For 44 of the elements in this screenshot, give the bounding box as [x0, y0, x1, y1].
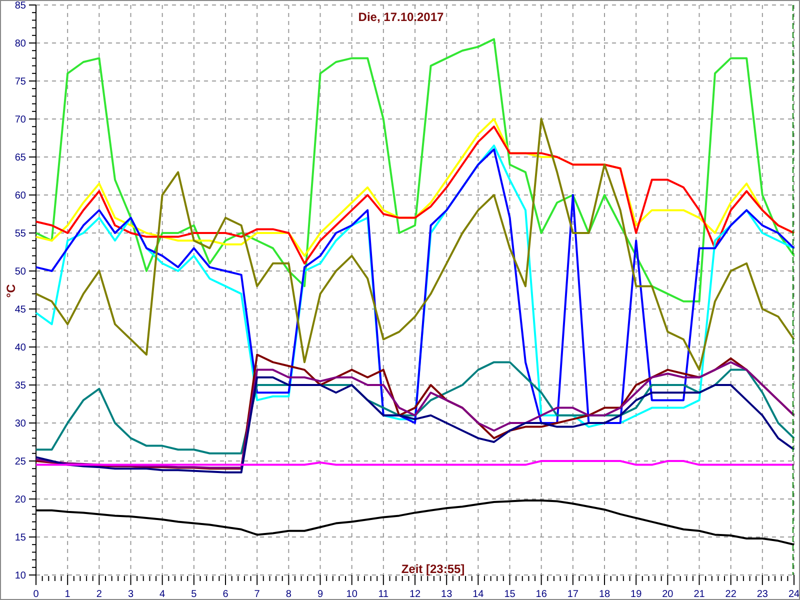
tick-label: 20: [14, 494, 26, 506]
tick-label: 15: [14, 532, 26, 544]
tick-label: 9: [317, 589, 324, 599]
tick-label: 4: [160, 589, 166, 599]
tick-label: 6: [222, 589, 228, 599]
tick-label: 5: [191, 589, 197, 599]
tick-label: 2: [96, 589, 102, 599]
tick-label: 23: [756, 589, 768, 599]
tick-label: 55: [14, 228, 26, 240]
tick-label: 1: [64, 589, 70, 599]
tick-label: 10: [346, 589, 358, 599]
tick-label: 70: [14, 114, 26, 126]
tick-label: 16: [536, 589, 547, 599]
tick-label: 35: [14, 380, 26, 392]
tick-label: 85: [14, 1, 26, 12]
tick-label: 45: [14, 304, 26, 316]
tick-label: 24: [788, 589, 799, 599]
tick-label: 19: [630, 589, 642, 599]
tick-label: 0: [33, 589, 39, 599]
y-axis-label: °C: [4, 284, 18, 298]
tick-label: 3: [128, 589, 134, 599]
tick-label: 8: [286, 589, 292, 599]
tick-label: 65: [14, 152, 26, 164]
x-axis-label: Zeit [23:55]: [401, 562, 465, 576]
tick-label: 75: [14, 76, 26, 88]
tick-label: 14: [472, 589, 484, 599]
tick-label: 11: [378, 589, 389, 599]
tick-label: 25: [14, 456, 26, 468]
chart-title: Die, 17.10.2017: [358, 10, 444, 24]
tick-label: 18: [598, 589, 610, 599]
tick-label: 7: [254, 589, 260, 599]
tick-label: 20: [662, 589, 674, 599]
tick-label: 21: [694, 589, 705, 599]
tick-label: 40: [14, 342, 26, 354]
tick-label: 50: [14, 266, 26, 278]
tick-label: 17: [567, 589, 578, 599]
tick-label: 10: [14, 570, 26, 582]
tick-label: 12: [409, 589, 421, 599]
tick-label: 80: [14, 38, 26, 50]
tick-label: 30: [14, 418, 26, 430]
tick-label: 22: [725, 589, 736, 599]
tick-label: 15: [504, 589, 516, 599]
tick-label: 60: [14, 190, 26, 202]
tick-label: 13: [441, 589, 452, 599]
